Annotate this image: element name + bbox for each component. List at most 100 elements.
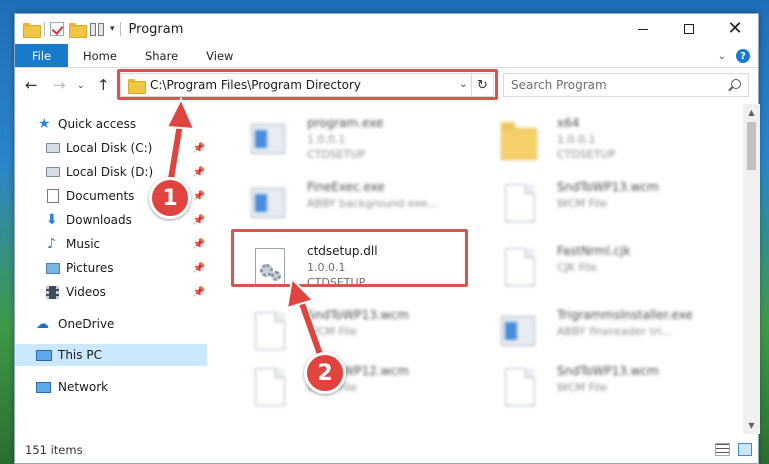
customize-toolbar-chevron-icon[interactable]: ▾ — [110, 24, 115, 34]
file-item[interactable]: SndToWP13.wcm WCM File — [233, 304, 473, 360]
close-icon: ✕ — [727, 18, 743, 39]
details-view-icon[interactable] — [715, 443, 730, 456]
up-arrow-icon[interactable]: ↑ — [97, 76, 110, 94]
nav-item-onedrive[interactable]: ☁ OneDrive — [15, 313, 207, 335]
file-highlight — [231, 229, 468, 287]
large-icons-view-icon[interactable] — [738, 443, 752, 456]
help-icon[interactable]: ? — [736, 49, 750, 63]
file-item[interactable]: SndToWP13.wcm WCM File — [483, 360, 723, 416]
file-detail: ABBY finereader tri... — [557, 325, 672, 338]
file-detail: 1.0.0.1 — [307, 133, 346, 146]
step-badge-1: 1 — [149, 177, 191, 219]
nav-item-label: Documents — [66, 189, 135, 203]
new-folder-icon[interactable] — [69, 22, 87, 38]
scroll-down-arrow-icon[interactable]: ▼ — [743, 417, 760, 434]
title-bar: ▾ Program ✕ — [15, 14, 758, 44]
nav-item-quick-access[interactable]: ★ Quick access — [15, 113, 207, 135]
music-icon: ♪ — [47, 236, 56, 252]
file-icon — [255, 312, 285, 350]
this-pc-icon — [36, 349, 52, 361]
recent-locations-chevron-icon[interactable]: ⌄ — [77, 81, 85, 91]
file-item[interactable]: FineExec.exe ABBY background exe... — [233, 176, 473, 232]
nav-item-label: Music — [66, 237, 101, 251]
file-detail: CTDSETUP — [307, 148, 366, 161]
tab-home[interactable]: Home — [68, 44, 131, 67]
tab-view[interactable]: View — [192, 44, 247, 67]
forward-arrow-icon[interactable]: → — [53, 76, 66, 94]
nav-item-label: Videos — [66, 285, 106, 299]
quick-access-toolbar: ▾ — [15, 14, 121, 44]
downloads-icon: ⬇ — [46, 212, 58, 228]
nav-item-this-pc[interactable]: This PC — [15, 344, 207, 366]
customize-view-icon[interactable] — [90, 22, 105, 36]
disk-icon — [46, 143, 60, 153]
file-item[interactable]: SndToWP13.wcm WCM File — [483, 176, 723, 232]
nav-item-pictures[interactable]: Pictures 📌 — [15, 257, 207, 279]
file-detail: WCM File — [307, 325, 357, 338]
navigation-pane: ★ Quick access Local Disk (C:) 📌 Local D… — [15, 110, 207, 435]
file-item[interactable]: program.exe 1.0.0.1 CTDSETUP — [233, 112, 473, 168]
nav-item-local-disk-c[interactable]: Local Disk (C:) 📌 — [15, 137, 207, 159]
file-name: SndToWP13.wcm — [557, 180, 659, 194]
videos-icon — [46, 285, 59, 299]
file-detail: WCM File — [557, 197, 607, 210]
exe-icon — [251, 188, 285, 218]
toolbar-divider — [119, 22, 121, 36]
scroll-up-arrow-icon[interactable]: ▲ — [743, 104, 760, 121]
pin-icon[interactable]: 📌 — [193, 239, 205, 250]
window-title: Program — [128, 21, 184, 37]
close-button[interactable]: ✕ — [712, 14, 758, 44]
pin-icon[interactable]: 📌 — [193, 215, 205, 226]
file-detail: CTDSETUP — [557, 148, 616, 161]
pin-icon[interactable]: 📌 — [193, 167, 205, 178]
window-controls: ✕ — [620, 14, 758, 44]
file-item[interactable]: x64 1.0.0.1 CTDSETUP — [483, 112, 723, 168]
file-name: x64 — [557, 116, 580, 130]
file-detail: CJK File — [557, 261, 598, 274]
back-arrow-icon[interactable]: ← — [25, 76, 38, 94]
file-name: FineExec.exe — [307, 180, 385, 194]
exe-icon — [251, 124, 285, 154]
pin-icon[interactable]: 📌 — [193, 143, 205, 154]
vertical-scrollbar[interactable]: ▲ ▼ — [743, 104, 760, 434]
file-item[interactable]: SndToWP12.wcm WCM File — [233, 360, 473, 416]
nav-item-videos[interactable]: Videos 📌 — [15, 281, 207, 303]
status-bar: 151 items — [15, 435, 758, 464]
search-input[interactable] — [511, 78, 711, 92]
nav-item-label: Downloads — [66, 213, 132, 227]
pin-icon[interactable]: 📌 — [193, 263, 205, 274]
maximize-icon — [684, 24, 694, 34]
ribbon-tabs: File Home Share View ⌄ ? — [15, 44, 758, 68]
file-detail: WCM File — [557, 381, 607, 394]
scroll-thumb[interactable] — [747, 122, 756, 170]
file-icon — [505, 368, 535, 406]
properties-check-icon[interactable] — [50, 22, 64, 36]
pin-icon[interactable]: 📌 — [193, 287, 205, 298]
pin-icon[interactable]: 📌 — [193, 191, 205, 202]
file-name: TrigrammsInstaller.exe — [557, 308, 693, 322]
nav-item-music[interactable]: ♪ Music 📌 — [15, 233, 207, 255]
file-name: program.exe — [307, 116, 384, 130]
maximize-button[interactable] — [666, 14, 712, 44]
search-box[interactable] — [503, 73, 749, 97]
step-badge-2: 2 — [304, 352, 346, 394]
expand-ribbon-chevron-icon[interactable]: ⌄ — [718, 51, 726, 62]
file-detail: ABBY background exe... — [307, 197, 438, 210]
tab-file[interactable]: File — [15, 44, 68, 67]
folder-icon — [501, 122, 537, 160]
nav-item-label: Local Disk (D:) — [66, 165, 154, 179]
file-icon — [255, 368, 285, 406]
nav-item-network[interactable]: Network — [15, 376, 207, 398]
file-item[interactable]: FastNrml.cjk CJK File — [483, 240, 723, 296]
search-icon[interactable] — [731, 79, 741, 89]
nav-item-label: Pictures — [66, 261, 114, 275]
address-bar-highlight — [117, 69, 498, 100]
file-icon — [505, 184, 535, 222]
file-item[interactable]: TrigrammsInstaller.exe ABBY finereader t… — [483, 304, 723, 360]
documents-icon — [47, 189, 59, 203]
star-icon: ★ — [38, 116, 51, 132]
nav-item-label: This PC — [58, 348, 102, 362]
tab-share[interactable]: Share — [131, 44, 192, 67]
minimize-button[interactable] — [620, 14, 666, 44]
ribbon-right-controls: ⌄ ? — [718, 49, 750, 63]
